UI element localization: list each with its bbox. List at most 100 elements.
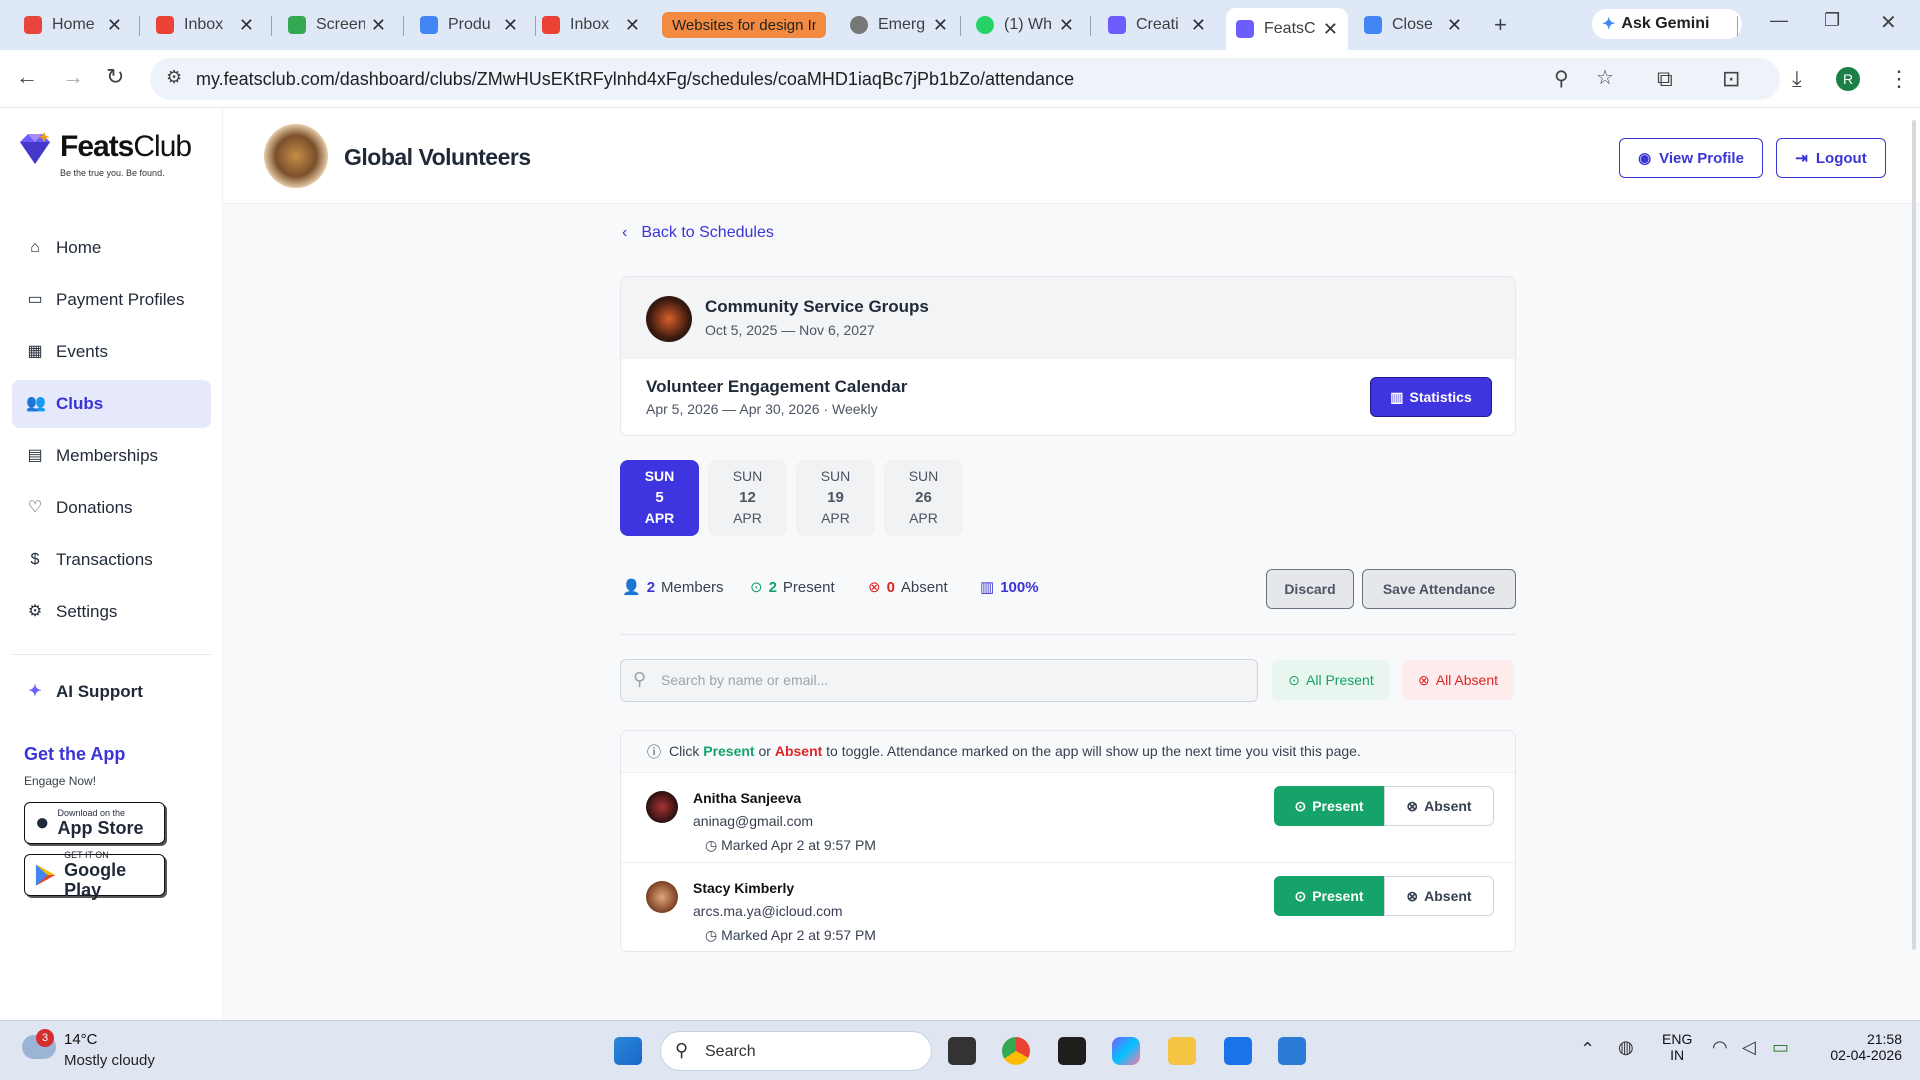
tab-search-icon[interactable]: ⊡ [1722, 66, 1740, 92]
sidebar-item-settings[interactable]: ⚙ Settings [12, 588, 211, 636]
notepad-icon[interactable] [1278, 1037, 1306, 1065]
security-icon[interactable]: ◍ [1618, 1037, 1634, 1058]
new-tab-button[interactable]: + [1484, 8, 1517, 42]
all-absent-button[interactable]: ⊗ All Absent [1402, 660, 1514, 700]
check-circle-icon: ⊙ [1288, 671, 1301, 688]
absent-toggle-button[interactable]: ⊗ Absent [1384, 786, 1494, 826]
browser-tab[interactable]: Close ✕ [1354, 8, 1472, 42]
date-chip-apr-19[interactable]: SUN 19 APR [796, 460, 875, 536]
close-icon[interactable]: ✕ [1323, 19, 1338, 40]
close-icon[interactable]: ✕ [625, 15, 640, 36]
browser-tab[interactable]: Inbox ✕ [146, 8, 264, 42]
browser-tab[interactable]: Home ✕ [14, 8, 132, 42]
group-avatar [646, 296, 692, 342]
close-window-button[interactable]: ✕ [1880, 10, 1897, 35]
close-icon[interactable]: ✕ [1447, 15, 1462, 36]
close-icon[interactable]: ✕ [503, 15, 518, 36]
close-icon[interactable]: ✕ [1191, 15, 1206, 36]
language-indicator[interactable]: ENG IN [1662, 1031, 1692, 1063]
tab-group-label[interactable]: Websites for design In [662, 12, 826, 38]
close-icon[interactable]: ✕ [933, 15, 948, 36]
x-circle-icon: ⊗ [1406, 797, 1419, 814]
discard-button[interactable]: Discard [1266, 569, 1354, 609]
featsclub-icon [1236, 20, 1254, 38]
browser-tab[interactable]: Inbox ✕ [532, 8, 650, 42]
back-arrow-icon[interactable]: ← [16, 64, 38, 90]
date-chip-apr-12[interactable]: SUN 12 APR [708, 460, 787, 536]
apple-icon: ● [35, 809, 50, 836]
browser-tab[interactable]: Screen ✕ [278, 8, 396, 42]
view-profile-button[interactable]: ◉ View Profile [1619, 138, 1763, 178]
chrome-icon[interactable] [1002, 1037, 1030, 1065]
volume-muted-icon[interactable]: ◁ [1742, 1037, 1756, 1058]
sidebar-item-memberships[interactable]: ▤ Memberships [12, 432, 211, 480]
date-month: APR [733, 510, 762, 526]
scrollbar[interactable] [1912, 120, 1916, 950]
wifi-icon[interactable]: ◠ [1712, 1037, 1728, 1058]
date-chip-apr-5[interactable]: SUN 5 APR [620, 460, 699, 536]
reload-icon[interactable]: ↻ [106, 64, 124, 90]
bookmark-star-icon[interactable]: ☆ [1596, 65, 1614, 90]
browser-tab[interactable]: Produ ✕ [410, 8, 528, 42]
sidebar-item-transactions[interactable]: $ Transactions [12, 536, 211, 584]
wallet-icon: ▭ [27, 291, 43, 308]
save-attendance-button[interactable]: Save Attendance [1362, 569, 1516, 609]
restore-button[interactable]: ❐ [1824, 10, 1840, 31]
sidebar-item-donations[interactable]: ♡ Donations [12, 484, 211, 532]
absent-stat: ⊗ 0 Absent [868, 578, 948, 597]
browser-tab[interactable]: Emerg ✕ [840, 8, 958, 42]
attendance-rate: ▥ 100% [980, 578, 1039, 597]
present-toggle-button[interactable]: ⊙ Present [1274, 876, 1384, 916]
browser-tab-active[interactable]: FeatsC ✕ [1226, 8, 1348, 50]
zoom-icon[interactable]: ⚲ [1554, 66, 1569, 91]
search-input[interactable]: ⚲ Search by name or email... [620, 659, 1258, 702]
figma-icon[interactable] [1058, 1037, 1086, 1065]
statistics-button[interactable]: ▥ Statistics [1370, 377, 1492, 417]
task-view-icon[interactable] [948, 1037, 976, 1065]
chevron-up-icon[interactable]: ⌃ [1580, 1039, 1595, 1060]
browser-tab[interactable]: (1) Wh ✕ [966, 8, 1084, 42]
taskbar-search[interactable]: ⚲ Search [660, 1031, 932, 1071]
file-explorer-icon[interactable] [1168, 1037, 1196, 1065]
address-bar[interactable]: ⚙ my.featsclub.com/dashboard/clubs/ZMwHU… [150, 58, 1780, 100]
windows-start-icon[interactable] [614, 1037, 642, 1065]
close-icon[interactable]: ✕ [107, 15, 122, 36]
tab-separator [960, 16, 961, 36]
users-icon: 👤 [622, 579, 641, 596]
profile-avatar[interactable]: R [1836, 67, 1860, 91]
close-icon[interactable]: ✕ [1059, 15, 1074, 36]
close-icon[interactable]: ✕ [371, 15, 386, 36]
battery-icon[interactable]: ▭ [1772, 1037, 1789, 1058]
clock[interactable]: 21:58 02-04-2026 [1818, 1031, 1902, 1063]
close-icon[interactable]: ✕ [239, 15, 254, 36]
browser-tab[interactable]: Creati ✕ [1098, 8, 1216, 42]
google-play-badge[interactable]: GET IT ON Google Play [24, 850, 165, 900]
page-header: Global Volunteers ◉ View Profile ⇥ Logout [223, 108, 1920, 204]
members-stat: 👤 2 Members [622, 578, 724, 597]
outlook-icon[interactable] [1224, 1037, 1252, 1065]
download-icon[interactable]: ⤓ [1792, 66, 1802, 92]
logout-button[interactable]: ⇥ Logout [1776, 138, 1886, 178]
sidebar-item-clubs[interactable]: 👥 Clubs [12, 380, 211, 428]
forward-arrow-icon[interactable]: → [62, 64, 84, 90]
ask-gemini-button[interactable]: ✦ Ask Gemini [1592, 9, 1742, 39]
member-row: Anitha Sanjeeva aninag@gmail.com ◷ Marke… [621, 773, 1515, 863]
sidebar-item-payment-profiles[interactable]: ▭ Payment Profiles [12, 276, 211, 324]
date-chip-apr-26[interactable]: SUN 26 APR [884, 460, 963, 536]
minimize-button[interactable]: — [1770, 10, 1788, 31]
extensions-icon[interactable]: ⧉ [1657, 66, 1673, 92]
present-toggle-button[interactable]: ⊙ Present [1274, 786, 1384, 826]
app-store-badge[interactable]: ● Download on the App Store [24, 802, 165, 844]
sidebar-item-events[interactable]: ▦ Events [12, 328, 211, 376]
absent-toggle-button[interactable]: ⊗ Absent [1384, 876, 1494, 916]
sidebar-item-home[interactable]: ⌂ Home [12, 224, 211, 272]
back-to-schedules-link[interactable]: ‹ Back to Schedules [622, 224, 774, 242]
site-info-icon[interactable]: ⚙ [166, 67, 182, 88]
menu-kebab-icon[interactable]: ⋮ [1888, 66, 1910, 92]
url-text[interactable]: my.featsclub.com/dashboard/clubs/ZMwHUsE… [196, 69, 1074, 90]
schedule-title: Volunteer Engagement Calendar [646, 377, 908, 396]
sidebar-item-ai-support[interactable]: ✦ AI Support [12, 668, 211, 716]
copilot-icon[interactable] [1112, 1037, 1140, 1065]
hint-text: Click Present or Absent to toggle. Atten… [669, 743, 1361, 759]
all-present-button[interactable]: ⊙ All Present [1272, 660, 1390, 700]
